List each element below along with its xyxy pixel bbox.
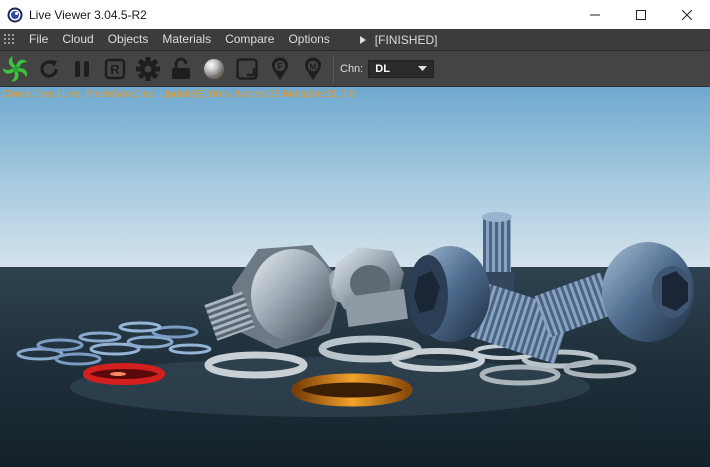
render-viewport[interactable]: Check:0ms./1ms. MeshGen:0ms. Update[E]:0… <box>0 87 710 467</box>
maximize-icon <box>636 9 646 20</box>
lock-open-icon <box>172 57 190 79</box>
material-pin-icon: M <box>305 56 321 80</box>
pause-button[interactable] <box>68 55 96 83</box>
settings-gear-icon <box>136 56 160 81</box>
material-sphere-icon <box>204 58 224 79</box>
settings-button[interactable] <box>134 55 162 83</box>
material-preview-button[interactable] <box>200 55 228 83</box>
minimize-icon <box>590 14 600 15</box>
window-controls <box>572 0 710 29</box>
focus-pin-button[interactable]: F <box>266 55 294 83</box>
octane-start-button[interactable] <box>2 55 30 83</box>
play-arrow-icon <box>359 35 366 44</box>
toolbar: R F M Chn: DL <box>0 51 710 87</box>
grip-icon[interactable] <box>4 33 16 46</box>
cinema4d-app-icon <box>7 7 23 22</box>
title-bar: Live Viewer 3.04.5-R2 <box>0 0 710 29</box>
menu-objects[interactable]: Objects <box>101 29 156 50</box>
menu-cloud[interactable]: Cloud <box>55 29 100 50</box>
render-status: [FINISHED] <box>374 32 438 47</box>
channel-value: DL <box>375 62 390 75</box>
render-stats-overlay: Check:0ms./1ms. MeshGen:0ms. Update[E]:0… <box>2 88 356 100</box>
chevron-down-icon <box>418 65 428 71</box>
lock-button[interactable] <box>167 55 195 83</box>
close-button[interactable] <box>664 0 710 29</box>
channel-select[interactable]: DL <box>368 59 435 78</box>
refresh-icon <box>40 59 58 78</box>
menu-options[interactable]: Options <box>281 29 336 50</box>
svg-text:R: R <box>110 62 120 77</box>
close-icon <box>682 9 692 20</box>
menu-materials[interactable]: Materials <box>155 29 218 50</box>
minimize-button[interactable] <box>572 0 618 29</box>
menu-bar: File Cloud Objects Materials Compare Opt… <box>0 29 710 51</box>
focus-pin-icon: F <box>272 56 288 80</box>
material-pin-button[interactable]: M <box>299 55 327 83</box>
region-render-button[interactable]: R <box>101 55 129 83</box>
svg-text:F: F <box>277 61 283 71</box>
refresh-button[interactable] <box>35 55 63 83</box>
menu-file[interactable]: File <box>22 29 55 50</box>
window-title: Live Viewer 3.04.5-R2 <box>29 7 147 22</box>
region-render-icon: R <box>104 58 126 79</box>
focus-picker-button[interactable] <box>233 55 261 83</box>
focus-picker-icon <box>236 57 258 80</box>
octane-logo-icon <box>3 55 28 81</box>
svg-text:M: M <box>310 62 317 71</box>
maximize-button[interactable] <box>618 0 664 29</box>
live-viewer-window: Live Viewer 3.04.5-R2 File Cloud Objects… <box>0 0 710 467</box>
pause-icon <box>75 60 89 77</box>
rendered-image <box>0 87 710 467</box>
menu-compare[interactable]: Compare <box>218 29 281 50</box>
toolbar-separator <box>333 54 334 83</box>
channel-label: Chn: <box>340 62 364 75</box>
